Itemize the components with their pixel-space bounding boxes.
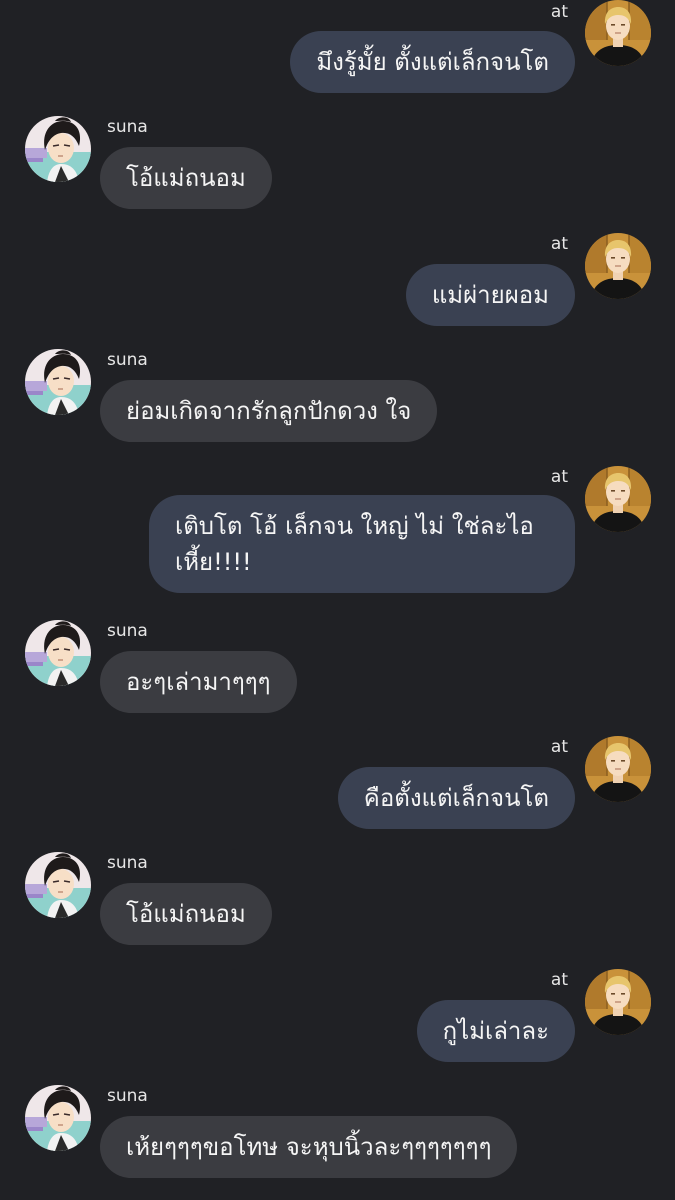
at-avatar-icon [585,0,651,66]
sender-name: at [550,970,568,990]
sender-name: suna [107,1086,148,1106]
sender-name: at [550,737,568,757]
at-avatar-icon [585,466,651,532]
suna-avatar-icon [25,349,91,415]
avatar-at[interactable] [585,0,651,66]
message-bubble-outgoing[interactable]: แม่ผ่ายผอม [405,264,575,326]
sender-name: suna [107,853,148,873]
message-bubble-outgoing[interactable]: เติบโต โอ้ เล็กจน ใหญ่ ไม่ ใช่ละไอ เหี้ย… [149,495,575,593]
message-bubble-outgoing[interactable]: มึงรู้มั้ย ตั้งแต่เล็กจนโต [290,31,575,93]
avatar-suna[interactable] [25,620,91,686]
message-bubble-incoming[interactable]: โอ้แม่ถนอม [100,883,272,945]
message-bubble-incoming[interactable]: อะๆเล่ามาๆๆๆ [100,651,297,713]
avatar-at[interactable] [585,969,651,1035]
suna-avatar-icon [25,116,91,182]
chat-thread: at มึงรู้มั้ย ตั้งแต่เล็กจนโต suna โอ้แม… [0,0,675,1200]
avatar-at[interactable] [585,233,651,299]
avatar-suna[interactable] [25,349,91,415]
at-avatar-icon [585,233,651,299]
suna-avatar-icon [25,1085,91,1151]
at-avatar-icon [585,736,651,802]
sender-name: suna [107,621,148,641]
sender-name: at [550,2,568,22]
avatar-suna[interactable] [25,116,91,182]
sender-name: suna [107,350,148,370]
message-bubble-incoming[interactable]: เห้ยๆๆๆขอโทษ จะหุบนิ้วละๆๆๆๆๆๆๆ [100,1116,518,1178]
avatar-suna[interactable] [25,852,91,918]
avatar-at[interactable] [585,736,651,802]
message-bubble-outgoing[interactable]: กูไม่เล่าละ [416,1000,575,1062]
message-bubble-incoming[interactable]: โอ้แม่ถนอม [100,147,272,209]
message-bubble-outgoing[interactable]: คือตั้งแต่เล็กจนโต [337,767,575,829]
sender-name: at [550,234,568,254]
suna-avatar-icon [25,852,91,918]
sender-name: at [550,467,568,487]
at-avatar-icon [585,969,651,1035]
suna-avatar-icon [25,620,91,686]
sender-name: suna [107,117,148,137]
avatar-at[interactable] [585,466,651,532]
avatar-suna[interactable] [25,1085,91,1151]
message-bubble-incoming[interactable]: ย่อมเกิดจากรักลูกปักดวง ใจ [100,380,438,442]
